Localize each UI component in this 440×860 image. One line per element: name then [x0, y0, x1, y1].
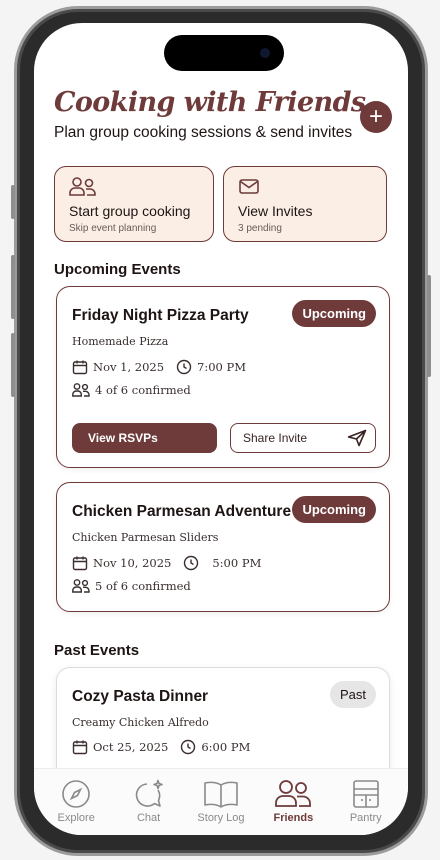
dynamic-island	[164, 35, 284, 71]
book-icon	[204, 781, 238, 808]
calendar-icon	[72, 556, 88, 571]
group-icon	[69, 177, 96, 196]
page-title: Cooking with Friends	[54, 87, 366, 118]
event-recipe: Creamy Chicken Alfredo	[72, 716, 209, 729]
page-subtitle: Plan group cooking sessions & send invit…	[54, 124, 353, 141]
power-button	[427, 275, 431, 377]
nav-label: Pantry	[349, 812, 382, 824]
clock-icon	[176, 359, 192, 375]
quick-action-sub: 3 pending	[238, 223, 282, 234]
quick-action-label: View Invites	[238, 203, 313, 219]
rsvp-count-text: 4 of 6 confirmed	[95, 383, 191, 397]
send-icon	[347, 429, 367, 447]
event-datetime: Oct 25, 2025 6:00 PM	[72, 739, 250, 755]
nav-item-friends[interactable]: Friends	[262, 779, 324, 835]
event-rsvp-count: 5 of 6 confirmed	[72, 579, 191, 593]
event-title: Chicken Parmesan Adventure	[72, 503, 292, 520]
event-title: Friday Night Pizza Party	[72, 307, 249, 324]
nav-item-chat[interactable]: Chat	[118, 779, 180, 835]
event-date: Oct 25, 2025	[93, 740, 169, 754]
mute-switch	[11, 185, 15, 219]
nav-item-pantry[interactable]: Pantry	[335, 779, 397, 835]
view-rsvps-button[interactable]: View RSVPs	[72, 423, 217, 453]
volume-up-button	[11, 255, 15, 319]
event-rsvp-count: 4 of 6 confirmed	[72, 383, 191, 397]
volume-down-button	[11, 333, 15, 397]
nav-label: Friends	[273, 812, 314, 824]
event-datetime: Nov 10, 2025 5:00 PM	[72, 555, 261, 571]
event-date: Nov 1, 2025	[93, 360, 165, 374]
nav-label: Chat	[136, 812, 161, 824]
nav-label: Story Log	[197, 812, 245, 824]
nav-item-story-log[interactable]: Story Log	[190, 779, 252, 835]
bottom-nav: Explore Chat Story Log Friends Pantry	[34, 768, 408, 835]
upcoming-section-title: Upcoming Events	[54, 261, 181, 278]
share-invite-label: Share Invite	[243, 431, 308, 445]
view-invites-button[interactable]: View Invites 3 pending	[223, 166, 387, 242]
event-card-pizza[interactable]: Friday Night Pizza Party Upcoming Homema…	[56, 286, 390, 468]
event-time: 5:00 PM	[212, 556, 262, 570]
nav-item-explore[interactable]: Explore	[45, 779, 107, 835]
compass-icon	[62, 780, 90, 808]
event-recipe: Chicken Parmesan Sliders	[72, 531, 219, 544]
status-badge: Past	[329, 681, 376, 708]
status-badge: Upcoming	[292, 496, 376, 523]
calendar-icon	[72, 740, 88, 755]
event-time: 6:00 PM	[201, 740, 251, 754]
event-date: Nov 10, 2025	[93, 556, 172, 570]
camera-icon	[260, 48, 270, 58]
start-group-cooking-button[interactable]: Start group cooking Skip event planning	[54, 166, 214, 242]
nav-label: Explore	[57, 812, 95, 824]
chat-sparkle-icon	[135, 779, 163, 807]
app-screen: Cooking with Friends Plan group cooking …	[34, 23, 408, 835]
event-datetime: Nov 1, 2025 7:00 PM	[72, 359, 246, 375]
event-card-chicken-parmesan[interactable]: Chicken Parmesan Adventure Upcoming Chic…	[56, 482, 390, 612]
event-recipe: Homemade Pizza	[72, 335, 169, 348]
event-time: 7:00 PM	[197, 360, 247, 374]
pantry-icon	[352, 780, 379, 808]
quick-action-label: Start group cooking	[69, 203, 191, 219]
share-invite-button[interactable]: Share Invite	[230, 423, 376, 453]
plus-icon: +	[368, 103, 383, 130]
past-section-title: Past Events	[54, 642, 140, 659]
status-badge: Upcoming	[292, 300, 376, 327]
event-title: Cozy Pasta Dinner	[72, 688, 209, 705]
calendar-icon	[72, 360, 88, 375]
quick-action-sub: Skip event planning	[69, 223, 157, 234]
add-event-button[interactable]: +	[360, 101, 392, 133]
clock-icon	[184, 555, 199, 571]
mail-icon	[239, 179, 259, 194]
people-icon	[72, 383, 90, 397]
friends-icon	[275, 780, 312, 807]
clock-icon	[181, 739, 196, 755]
people-icon	[72, 579, 90, 593]
rsvp-count-text: 5 of 6 confirmed	[95, 579, 191, 593]
